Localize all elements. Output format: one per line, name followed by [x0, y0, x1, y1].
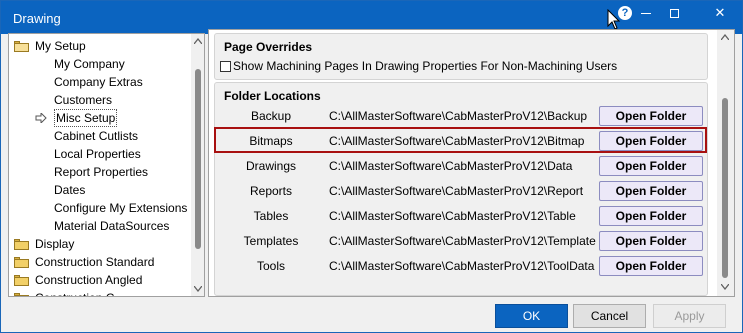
folder-row: Bitmaps C:\AllMasterSoftware\CabMasterPro…: [214, 127, 709, 153]
folder-row: Tables C:\AllMasterSoftware\CabMasterProV…: [215, 205, 709, 227]
open-folder-button[interactable]: Open Folder: [599, 106, 703, 126]
folder-locations-title: Folder Locations: [224, 89, 324, 103]
folder-path: C:\AllMasterSoftware\CabMasterProV12\Rep…: [329, 184, 584, 198]
tree-item-label: Misc Setup: [54, 109, 118, 127]
page-overrides-title: Page Overrides: [224, 40, 316, 54]
folder-label: Tables: [253, 209, 289, 223]
folder-open-icon: [14, 41, 29, 52]
window-title: Drawing: [13, 11, 61, 26]
tree-item-label: Cabinet Cutlists: [54, 129, 139, 143]
folder-row: Templates C:\AllMasterSoftware\CabMasterP…: [215, 230, 709, 252]
tree-item-label: My Setup: [35, 39, 86, 53]
folder-path: C:\AllMasterSoftware\CabMasterProV12\Too…: [329, 259, 595, 273]
tree-item[interactable]: Dates: [9, 181, 191, 199]
dialog-window: Drawing ? ✕ My Setup My Company Company Ex…: [0, 0, 743, 333]
tree-item-label: Construction Angled: [35, 273, 143, 287]
folder-locations-group: Folder Locations Backup C:\AllMasterSoftw…: [214, 82, 708, 296]
tree-item[interactable]: Configure My Extensions: [9, 199, 191, 217]
tree-item-label: My Company: [54, 57, 125, 71]
folder-label: Backup: [250, 109, 292, 123]
open-folder-button[interactable]: Open Folder: [599, 256, 703, 276]
folder-icon: [14, 275, 29, 286]
tree-item[interactable]: Company Extras: [9, 73, 191, 91]
content-scroll-thumb[interactable]: [722, 98, 728, 278]
folder-icon: [14, 257, 29, 268]
tree-item[interactable]: Customers: [9, 91, 191, 109]
folder-row: Reports C:\AllMasterSoftware\CabMasterPro…: [215, 180, 709, 202]
ok-button[interactable]: OK: [495, 304, 568, 328]
show-machining-pages-checkbox[interactable]: [220, 61, 231, 72]
tree-item-label: Company Extras: [54, 75, 143, 89]
folder-path: C:\AllMasterSoftware\CabMasterProV12\Bac…: [329, 109, 588, 123]
folder-path: C:\AllMasterSoftware\CabMasterProV12\Bit…: [329, 134, 585, 148]
tree-item[interactable]: Construction Angled: [9, 271, 191, 289]
settings-content-panel: Page Overrides Show Machining Pages In D…: [208, 29, 735, 297]
open-folder-button[interactable]: Open Folder: [599, 231, 703, 251]
scroll-up-icon[interactable]: [194, 38, 202, 44]
folder-row: Drawings C:\AllMasterSoftware\CabMasterPr…: [215, 155, 709, 177]
folder-label: Bitmaps: [249, 134, 293, 148]
tree-item[interactable]: Misc Setup: [9, 109, 191, 127]
tree-item-label: Display: [35, 237, 75, 251]
settings-tree[interactable]: My Setup My Company Company Extras Customer…: [8, 33, 205, 297]
maximize-icon: [669, 9, 679, 19]
tree-item-label: Dates: [54, 183, 86, 197]
folder-path: C:\AllMasterSoftware\CabMasterProV12\Dat…: [329, 159, 573, 173]
close-button[interactable]: ✕: [697, 1, 743, 25]
folder-icon: [14, 293, 29, 296]
arrow-right-icon: [35, 113, 47, 123]
tree-item[interactable]: Material DataSources: [9, 217, 191, 235]
tree-item[interactable]: Construction C: [9, 289, 191, 296]
open-folder-button[interactable]: Open Folder: [599, 181, 703, 201]
scroll-up-icon[interactable]: [721, 34, 729, 40]
tree-item[interactable]: My Company: [9, 55, 191, 73]
minimize-icon: [641, 13, 651, 15]
page-overrides-group: Page Overrides Show Machining Pages In D…: [214, 33, 708, 80]
scroll-down-icon[interactable]: [721, 284, 729, 290]
tree-item[interactable]: My Setup: [9, 37, 191, 55]
maximize-button[interactable]: [651, 1, 697, 25]
tree-item-label: Construction Standard: [35, 255, 155, 269]
show-machining-pages-label[interactable]: Show Machining Pages In Drawing Properti…: [233, 59, 617, 73]
folder-label: Reports: [249, 184, 293, 198]
folder-icon: [14, 239, 29, 250]
tree-item-label: Construction C: [35, 289, 114, 296]
tree-item[interactable]: Local Properties: [9, 145, 191, 163]
folder-label: Drawings: [245, 159, 296, 173]
tree-item-label: Local Properties: [54, 147, 141, 161]
open-folder-button[interactable]: Open Folder: [599, 131, 703, 151]
folder-path: C:\AllMasterSoftware\CabMasterProV12\Tab…: [329, 209, 576, 223]
tree-item-label: Report Properties: [54, 165, 149, 179]
tree-item[interactable]: Display: [9, 235, 191, 253]
folder-row: Tools C:\AllMasterSoftware\CabMasterProV1…: [215, 255, 709, 277]
tree-item-label: Configure My Extensions: [54, 201, 188, 215]
folder-label: Templates: [243, 234, 299, 248]
tree-item[interactable]: Cabinet Cutlists: [9, 127, 191, 145]
tree-item[interactable]: Report Properties: [9, 163, 191, 181]
tree-item-label: Material DataSources: [54, 219, 170, 233]
scroll-down-icon[interactable]: [194, 286, 202, 292]
cancel-button[interactable]: Cancel: [573, 304, 646, 328]
tree-item-label: Customers: [54, 93, 113, 107]
tree-scroll-thumb[interactable]: [195, 69, 201, 249]
open-folder-button[interactable]: Open Folder: [599, 206, 703, 226]
folder-row: Backup C:\AllMasterSoftware\CabMasterProV…: [215, 105, 709, 127]
apply-button[interactable]: Apply: [653, 304, 726, 328]
tree-item[interactable]: Construction Standard: [9, 253, 191, 271]
folder-label: Tools: [256, 259, 285, 273]
close-icon: ✕: [714, 5, 726, 20]
folder-path: C:\AllMasterSoftware\CabMasterProV12\Tem…: [329, 234, 596, 248]
open-folder-button[interactable]: Open Folder: [599, 156, 703, 176]
